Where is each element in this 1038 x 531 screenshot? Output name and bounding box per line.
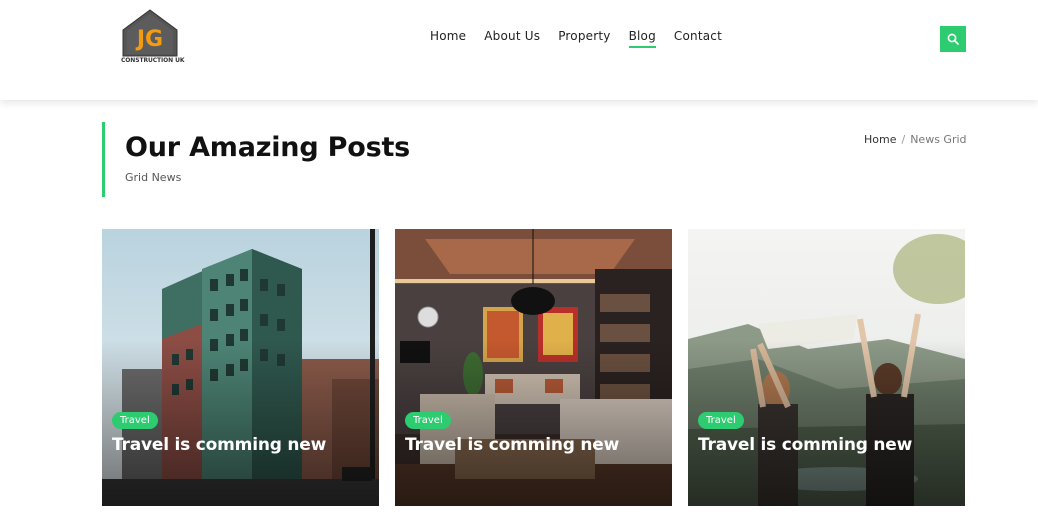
breadcrumb-separator: / [901,133,906,146]
nav-home[interactable]: Home [430,28,466,46]
nav-contact[interactable]: Contact [674,28,722,46]
post-title[interactable]: Travel is comming new [405,435,625,455]
post-card[interactable]: Travel Travel is comming new [395,229,672,506]
search-icon [947,33,959,45]
page-subtitle: Grid News [125,171,182,184]
page-title: Our Amazing Posts [125,132,411,163]
image-overlay [395,229,672,506]
post-tag-badge[interactable]: Travel [112,412,158,429]
title-accent-bar [102,122,105,197]
nav-blog[interactable]: Blog [628,28,657,48]
post-card[interactable]: Travel Travel is comming new [688,229,965,506]
post-title[interactable]: Travel is comming new [698,435,918,455]
site-header: JG CONSTRUCTION UK Home About Us Propert… [0,0,1038,100]
logo-caption: CONSTRUCTION UK [121,57,185,64]
nav-property[interactable]: Property [558,28,610,46]
post-tag-badge[interactable]: Travel [698,412,744,429]
brand-logo[interactable]: JG CONSTRUCTION UK [121,8,185,66]
main-nav: Home About Us Property Blog Contact [430,28,722,48]
post-tag-badge[interactable]: Travel [405,412,451,429]
search-button[interactable] [940,26,966,52]
logo-letters: JG [135,27,163,52]
breadcrumb: Home / News Grid [864,133,967,146]
breadcrumb-current: News Grid [910,133,967,146]
image-overlay [102,229,379,506]
breadcrumb-home[interactable]: Home [864,133,896,146]
post-card[interactable]: Travel Travel is comming new [102,229,379,506]
post-title[interactable]: Travel is comming new [112,435,332,455]
image-overlay [688,229,965,506]
nav-about-us[interactable]: About Us [484,28,540,46]
